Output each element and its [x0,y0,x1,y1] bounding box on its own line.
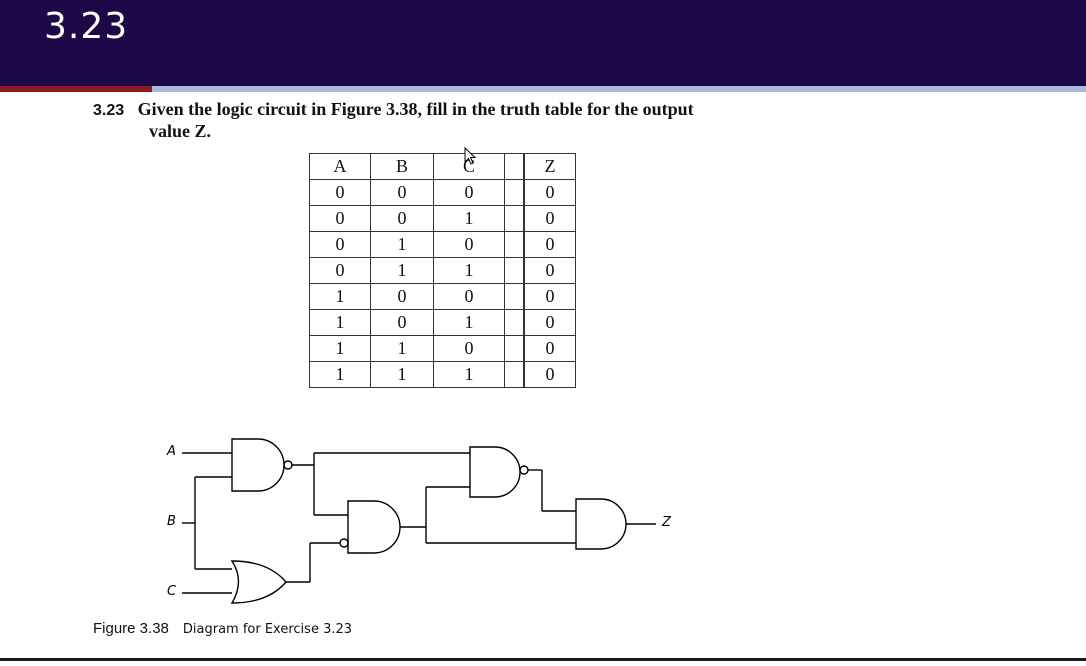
cell-a: 1 [309,283,371,310]
label-output-z: Z [662,515,671,530]
cell-b: 1 [370,231,434,258]
cell-c: 0 [433,231,505,258]
truth-table-row: 0000 [309,179,576,206]
truth-table-row: 1110 [309,361,576,388]
problem-number: 3.23 [93,102,125,119]
truth-table-header-row: A B C Z [309,153,576,180]
slide-header: 3.23 [0,0,1086,86]
cell-z: 0 [523,231,576,258]
cell-b: 0 [370,309,434,336]
cell-c: 0 [433,335,505,362]
cell-gap [504,179,525,206]
cell-a: 1 [309,361,371,388]
cell-c: 1 [433,257,505,284]
cell-a: 0 [309,231,371,258]
figure-label: Figure 3.38 [93,620,169,637]
cell-c: 1 [433,205,505,232]
cell-z: 0 [523,205,576,232]
truth-table-row: 0010 [309,205,576,232]
cell-z: 0 [523,283,576,310]
cell-gap [504,335,525,362]
figure-description: Diagram for Exercise 3.23 [182,622,353,637]
cell-b: 1 [370,257,434,284]
cell-c: 0 [433,179,505,206]
problem-statement: 3.23 Given the logic circuit in Figure 3… [93,99,773,142]
cell-gap [504,231,525,258]
cell-z: 0 [523,179,576,206]
accent-rule-red [0,86,152,92]
cell-z: 0 [523,361,576,388]
cell-c: 0 [433,283,505,310]
truth-table-row: 1100 [309,335,576,362]
cell-a: 0 [309,205,371,232]
header-z: Z [523,153,576,180]
header-gap [504,153,525,180]
cell-gap [504,361,525,388]
mouse-cursor-icon [464,147,477,165]
cell-a: 0 [309,257,371,284]
problem-text-line1: Given the logic circuit in Figure 3.38, … [137,99,694,119]
cell-z: 0 [523,335,576,362]
truth-table: A B C Z 00000010010001101000101011001110 [309,153,576,388]
cell-z: 0 [523,257,576,284]
truth-table-row: 1000 [309,283,576,310]
truth-table-row: 0110 [309,257,576,284]
label-input-c: C [167,584,177,599]
cell-c: 1 [433,309,505,336]
cell-c: 1 [433,361,505,388]
cell-b: 0 [370,283,434,310]
header-a: A [309,153,371,180]
cell-a: 1 [309,309,371,336]
cell-gap [504,283,525,310]
slide-title: 3.23 [44,6,129,47]
cell-a: 1 [309,335,371,362]
truth-table-body: 00000010010001101000101011001110 [309,179,576,388]
figure-caption: Figure 3.38 Diagram for Exercise 3.23 [93,620,352,637]
truth-table-row: 0100 [309,231,576,258]
cell-z: 0 [523,309,576,336]
cell-gap [504,205,525,232]
cell-b: 0 [370,179,434,206]
problem-text-line2: value Z. [149,121,212,141]
header-b: B [370,153,434,180]
cell-b: 1 [370,335,434,362]
logic-circuit-diagram [182,438,656,604]
accent-rule-blue [152,86,1086,92]
cell-b: 0 [370,205,434,232]
cell-gap [504,309,525,336]
cell-b: 1 [370,361,434,388]
label-input-b: B [167,514,176,529]
label-input-a: A [167,444,176,459]
cell-gap [504,257,525,284]
truth-table-row: 1010 [309,309,576,336]
bottom-border [0,658,1086,661]
cell-a: 0 [309,179,371,206]
